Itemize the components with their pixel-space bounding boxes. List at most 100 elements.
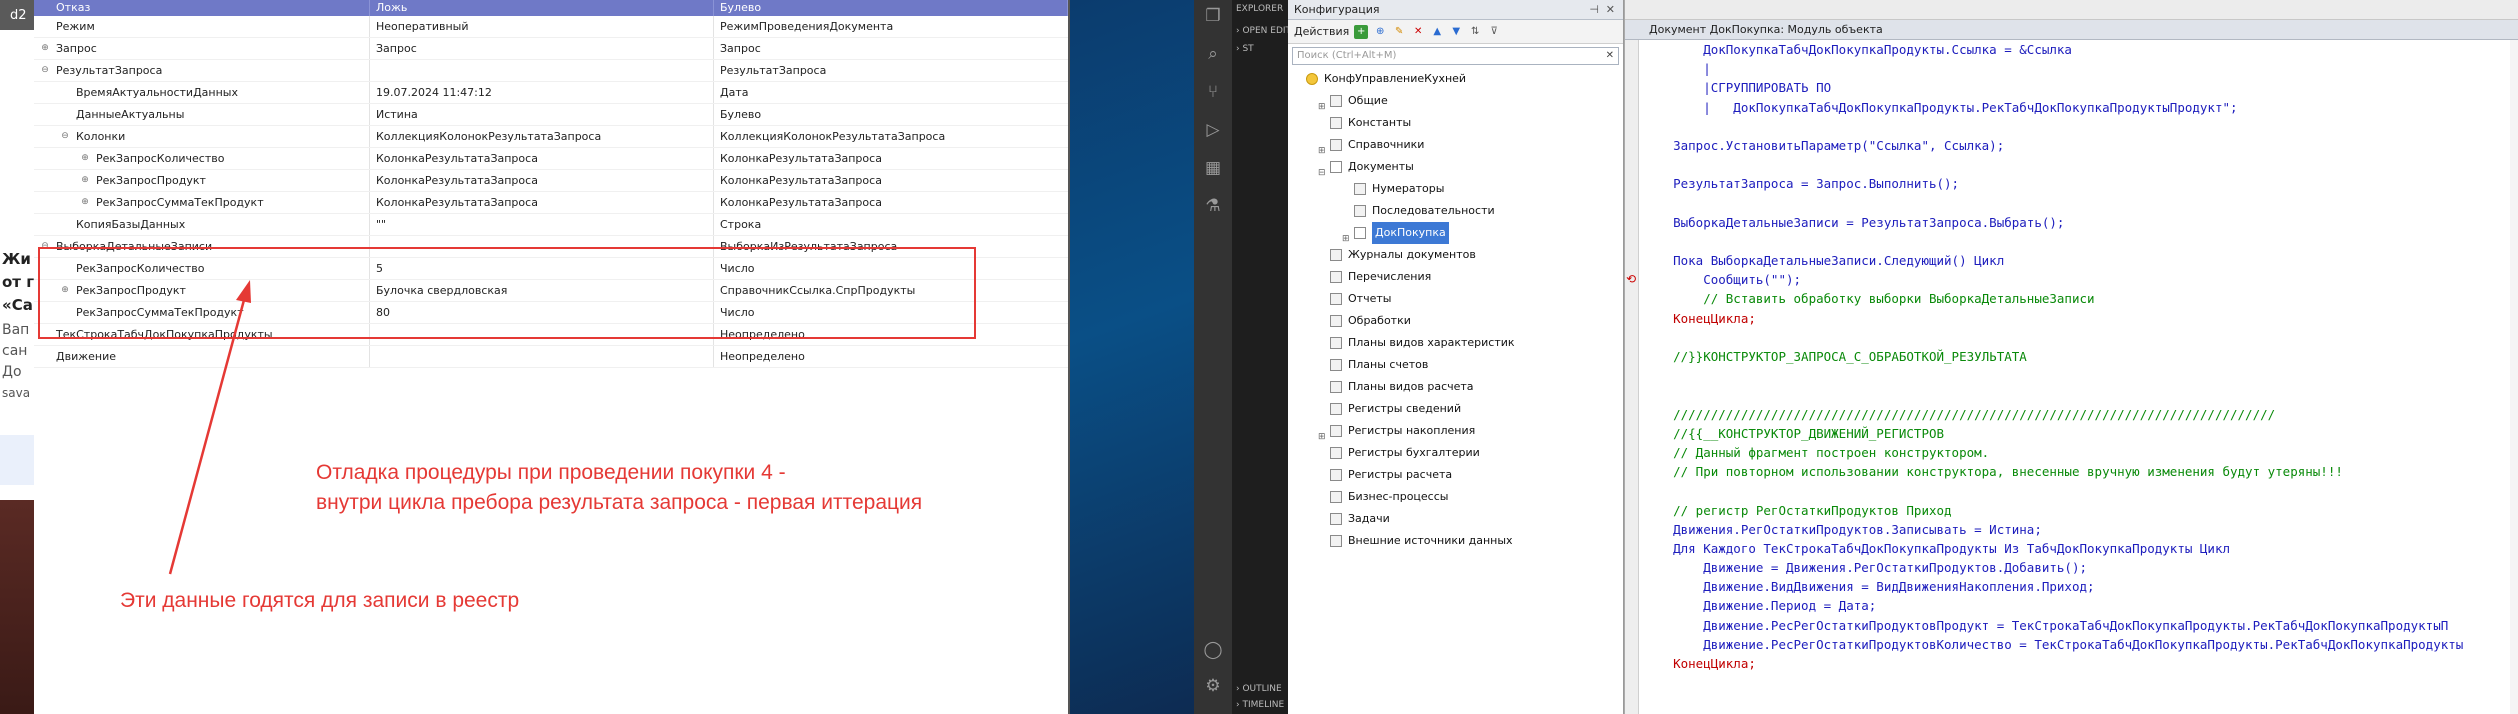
tree-item[interactable]: Регистры сведений — [1288, 398, 1623, 420]
tree-item[interactable]: Задачи — [1288, 508, 1623, 530]
variable-value[interactable]: КолонкаРезультатаЗапроса — [370, 148, 714, 169]
tree-item[interactable]: Планы видов характеристик — [1288, 332, 1623, 354]
debugger-row[interactable]: КопияБазыДанных "" Строка — [34, 214, 1068, 236]
variable-value[interactable] — [370, 346, 714, 367]
source-control-icon[interactable]: ⑂ — [1203, 82, 1223, 102]
configuration-title-bar: Конфигурация ⊣ ✕ — [1288, 0, 1623, 20]
tree-item[interactable]: Последовательности — [1288, 200, 1623, 222]
collapse-icon[interactable]: ⊖ — [40, 66, 50, 76]
tree-item-label: Нумераторы — [1372, 182, 1445, 195]
debugger-row[interactable]: Режим Неоперативный РежимПроведенияДокумен… — [34, 16, 1068, 38]
tree-item[interactable]: ⊞ ДокПокупка — [1288, 222, 1623, 244]
tree-item[interactable]: Внешние источники данных — [1288, 530, 1623, 552]
tree-item-label: ДокПокупка — [1372, 222, 1449, 244]
debugger-row[interactable]: ВремяАктуальностиДанных 19.07.2024 11:47:… — [34, 82, 1068, 104]
timeline-section[interactable]: › TIMELINE — [1236, 700, 1284, 710]
variable-value[interactable]: КоллекцияКолонокРезультатаЗапроса — [370, 126, 714, 147]
variable-name-cell: ⊕ Запрос — [34, 38, 370, 59]
tree-item[interactable]: Планы счетов — [1288, 354, 1623, 376]
debugger-row[interactable]: ⊕ Запрос Запрос Запрос — [34, 38, 1068, 60]
debugger-row[interactable]: Движение Неопределено — [34, 346, 1068, 368]
move-down-icon[interactable]: ▼ — [1449, 25, 1463, 39]
tree-item[interactable]: КонфУправлениеКухней — [1288, 68, 1623, 90]
tree-item[interactable]: ⊞ Справочники — [1288, 134, 1623, 156]
collapse-icon[interactable]: ⊖ — [60, 132, 70, 142]
tree-item[interactable]: Журналы документов — [1288, 244, 1623, 266]
sort-icon[interactable]: ⇅ — [1468, 25, 1482, 39]
outline-section[interactable]: › OUTLINE — [1236, 684, 1282, 694]
debugger-row[interactable]: ⊕ РекЗапросСуммаТекПродукт КолонкаРезульта… — [34, 192, 1068, 214]
column-header-name[interactable]: Отказ — [34, 0, 370, 16]
run-debug-icon[interactable]: ▷ — [1203, 120, 1223, 140]
move-up-icon[interactable]: ▲ — [1430, 25, 1444, 39]
news-headline-fragment[interactable]: «Са — [2, 296, 33, 314]
folder-section[interactable]: › ST — [1236, 44, 1254, 54]
expand-icon[interactable]: ⊕ — [80, 176, 90, 186]
tree-item[interactable]: Бизнес-процессы — [1288, 486, 1623, 508]
variable-value[interactable]: Запрос — [370, 38, 714, 59]
browser-tab[interactable]: d2 — [0, 0, 34, 30]
tree-item[interactable]: Регистры бухгалтерии — [1288, 442, 1623, 464]
catalogs-icon — [1330, 139, 1342, 151]
tree-item[interactable]: Обработки — [1288, 310, 1623, 332]
tree-item[interactable]: Регистры расчета — [1288, 464, 1623, 486]
breakpoint-icon[interactable]: ⟲ — [1626, 273, 1638, 285]
vertical-scrollbar[interactable] — [2510, 40, 2518, 714]
column-header-type[interactable]: Булево — [714, 0, 1068, 16]
code-text-area[interactable]: ДокПокупкаТабчДокПокупкаПродукты.Ссылка … — [1643, 40, 2518, 714]
expand-icon[interactable]: ⊕ — [40, 44, 50, 54]
tree-item[interactable]: Константы — [1288, 112, 1623, 134]
variable-type: Дата — [720, 86, 749, 99]
code-line: // регистр РегОстаткиПродуктов Приход — [1643, 502, 1952, 518]
debugger-row[interactable]: ⊕ РекЗапросКоличество КолонкаРезультатаЗап… — [34, 148, 1068, 170]
variable-value[interactable]: КолонкаРезультатаЗапроса — [370, 170, 714, 191]
variable-value[interactable]: Неоперативный — [370, 16, 714, 37]
tree-item[interactable]: Отчеты — [1288, 288, 1623, 310]
variable-value[interactable]: Истина — [370, 104, 714, 125]
files-icon[interactable]: ❐ — [1203, 6, 1223, 26]
settings-gear-icon[interactable]: ⚙ — [1203, 676, 1223, 696]
debugger-row[interactable]: ДанныеАктуальны Истина Булево — [34, 104, 1068, 126]
variable-value[interactable]: 19.07.2024 11:47:12 — [370, 82, 714, 103]
tree-item[interactable]: ⊞ Регистры накопления — [1288, 420, 1623, 442]
testing-icon[interactable]: ⚗ — [1203, 196, 1223, 216]
explorer-title: EXPLORER — [1236, 4, 1284, 14]
tree-item[interactable]: Планы видов расчета — [1288, 376, 1623, 398]
delete-icon[interactable]: ✕ — [1411, 25, 1425, 39]
code-line: РезультатЗапроса = Запрос.Выполнить(); — [1643, 176, 1960, 192]
column-header-value[interactable]: Ложь — [370, 0, 714, 16]
add-icon[interactable]: + — [1354, 24, 1369, 39]
debugger-row[interactable]: ⊕ РекЗапросПродукт КолонкаРезультатаЗапрос… — [34, 170, 1068, 192]
actions-menu[interactable]: Действия — [1294, 20, 1349, 44]
tree-item[interactable]: Нумераторы — [1288, 178, 1623, 200]
close-icon[interactable]: ✕ — [1606, 0, 1615, 20]
debugger-row[interactable]: ⊖ Колонки КоллекцияКолонокРезультатаЗапрос… — [34, 126, 1068, 148]
edit-icon[interactable]: ✎ — [1392, 25, 1406, 39]
variable-type: КолонкаРезультатаЗапроса — [720, 174, 882, 187]
account-icon[interactable]: ◯ — [1203, 640, 1223, 660]
extensions-icon[interactable]: ▦ — [1203, 158, 1223, 178]
tree-item[interactable]: Перечисления — [1288, 266, 1623, 288]
variable-name-cell: ⊕ РекЗапросСуммаТекПродукт — [34, 192, 370, 213]
clear-search-icon[interactable]: ✕ — [1606, 48, 1614, 64]
filter-icon[interactable]: ⊽ — [1487, 25, 1501, 39]
pin-icon[interactable]: ⊣ — [1589, 0, 1599, 20]
expand-icon[interactable]: ⊕ — [80, 154, 90, 164]
editor-gutter[interactable] — [1625, 40, 1639, 714]
variable-value[interactable]: КолонкаРезультатаЗапроса — [370, 192, 714, 213]
debugger-row[interactable]: ⊖ РезультатЗапроса РезультатЗапроса — [34, 60, 1068, 82]
variable-name: Запрос — [56, 42, 97, 55]
news-headline-fragment[interactable]: Жи — [2, 250, 31, 268]
variable-name: РекЗапросПродукт — [96, 174, 206, 187]
variable-value[interactable]: "" — [370, 214, 714, 235]
tree-item-label: Регистры расчета — [1348, 468, 1453, 481]
add-child-icon[interactable]: ⊕ — [1373, 25, 1387, 39]
search-icon[interactable]: ⌕ — [1203, 44, 1223, 64]
expand-icon[interactable]: ⊕ — [80, 198, 90, 208]
news-headline-fragment[interactable]: от г — [2, 273, 34, 291]
variable-value[interactable] — [370, 60, 714, 81]
tree-item[interactable]: ⊞ Общие — [1288, 90, 1623, 112]
configuration-search-input[interactable]: Поиск (Ctrl+Alt+M) ✕ — [1292, 47, 1619, 65]
tree-item[interactable]: ⊟ Документы — [1288, 156, 1623, 178]
variable-name: КопияБазыДанных — [76, 218, 186, 231]
